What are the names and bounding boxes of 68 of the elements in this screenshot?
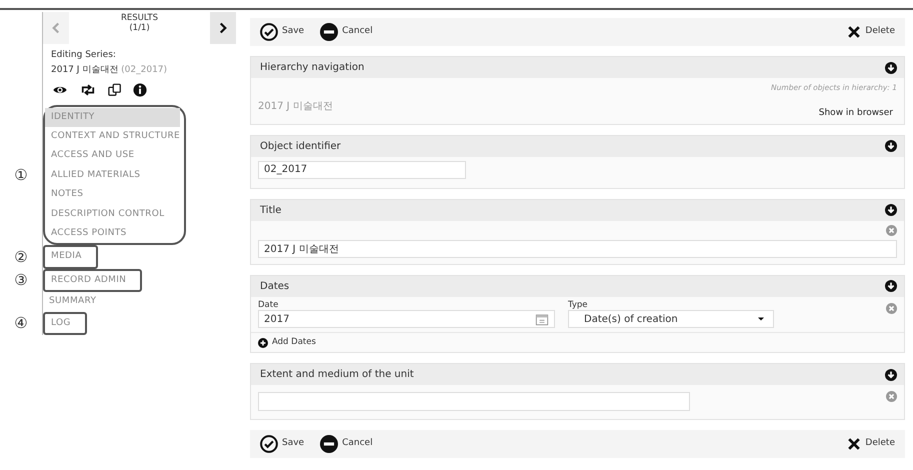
info-icon[interactable] [133,82,147,97]
field-label: Date [258,300,280,310]
cancel-button[interactable]: Cancel [320,23,373,41]
annotation-number: ③ [14,270,28,292]
save-button[interactable]: Save [260,23,304,41]
hierarchy-item: 2017 J 미술대전 [258,100,333,114]
caret-icon [757,315,765,324]
annotation-number: ① [14,164,28,186]
input-field[interactable]: 02_2017 [258,160,466,179]
plus-circle-icon [258,338,268,348]
add-dates-button[interactable]: Add Dates [258,336,316,349]
chevron-left-icon [50,21,62,35]
check-circle-icon [260,23,278,41]
minus-circle-icon [320,435,338,453]
nav-item[interactable]: NOTES [45,185,180,205]
section-title: Dates [260,280,290,294]
section-title: Title [260,204,282,218]
nav-item[interactable]: ALLIED MATERIALS [45,166,180,186]
copy-icon[interactable] [107,82,123,97]
nav-item[interactable]: LOG [45,314,71,333]
remove-icon[interactable] [886,302,897,314]
minus-circle-icon [320,23,338,41]
nav-item[interactable]: SUMMARY [43,292,96,312]
calendar-icon[interactable] [535,312,549,326]
delete-button[interactable]: Delete [847,437,895,451]
check-circle-icon [260,435,278,453]
remove-icon[interactable] [886,390,897,402]
input-field[interactable] [258,392,690,411]
section-title: Object identifier [260,140,341,154]
annotation-number: ② [14,246,28,268]
cancel-button[interactable]: Cancel [320,435,373,453]
section-title: Hierarchy navigation [260,61,364,75]
expand-icon[interactable] [885,280,897,292]
nav-item[interactable]: CONTEXT AND STRUCTURE [45,126,180,146]
type-select[interactable]: Date(s) of creation [568,310,774,328]
next-button[interactable] [210,12,236,44]
section-header[interactable]: Object identifier [251,136,904,157]
nav-item[interactable]: MEDIA [45,247,82,267]
expand-icon[interactable] [885,368,897,380]
section-header[interactable]: Title [251,200,904,221]
repeat-icon[interactable] [79,82,97,97]
editing-label: Editing Series: [51,49,117,62]
nav-item[interactable]: ACCESS POINTS [45,224,180,244]
section-header[interactable]: Dates [251,276,904,297]
nav-item[interactable]: DESCRIPTION CONTROL [45,204,180,224]
field-label: Type [568,300,589,310]
show-in-browser-link[interactable]: Show in browser [818,107,893,121]
section-header[interactable]: Hierarchy navigation [251,57,904,78]
delete-button[interactable]: Delete [847,25,895,39]
close-icon [847,437,862,451]
annotation-number: ④ [14,312,28,334]
section-title: Extent and medium of the unit [260,368,414,382]
nav-item[interactable]: ACCESS AND USE [45,146,180,166]
expand-icon[interactable] [885,140,897,152]
date-field[interactable]: 2017 [258,310,555,328]
record-id: (02_2017) [121,65,168,76]
input-field[interactable]: 2017 J 미술대전 [258,240,897,258]
section-header[interactable]: Extent and medium of the unit [251,364,904,385]
nav-item[interactable]: RECORD ADMIN [45,270,126,290]
expand-icon[interactable] [885,62,897,74]
chevron-right-icon [217,21,229,35]
results-title: RESULTS [120,14,160,24]
results-count: (1/1) [128,24,151,34]
remove-icon[interactable] [886,224,897,236]
expand-icon[interactable] [885,204,897,216]
record-title: 2017 J 미술대전 [51,65,118,76]
close-icon [847,25,862,39]
save-button[interactable]: Save [260,435,304,453]
